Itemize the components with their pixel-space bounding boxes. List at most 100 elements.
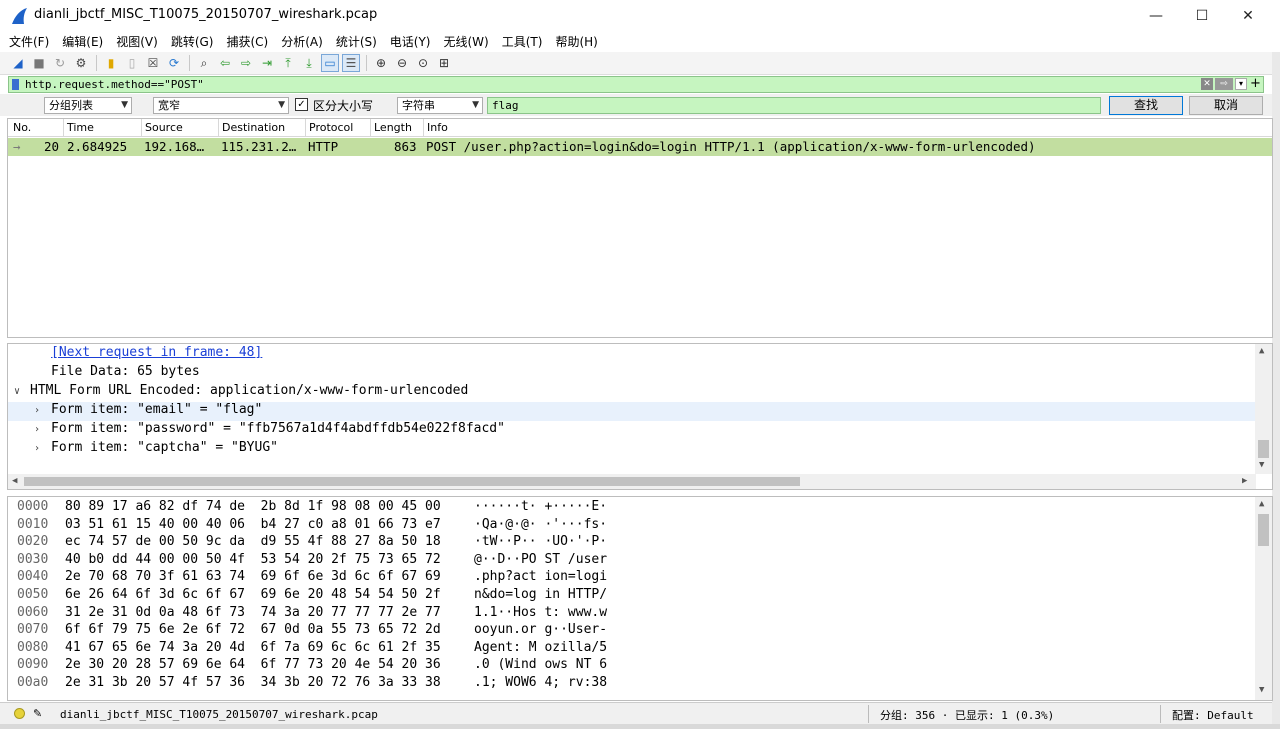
form-urlencoded-tree-item[interactable]: ∨ HTML Form URL Encoded: application/x-w… — [8, 383, 1256, 402]
menu-tools[interactable]: 工具(T) — [502, 33, 543, 50]
bytes-ascii[interactable]: .1; WOW6 4; rv:38 — [474, 675, 607, 690]
scroll-right-icon[interactable]: ▶ — [1242, 476, 1247, 486]
menu-telephony[interactable]: 电话(Y) — [390, 33, 431, 50]
menu-help[interactable]: 帮助(H) — [555, 33, 597, 50]
column-length[interactable]: Length — [371, 121, 412, 134]
search-in-select[interactable]: 分组列表 ▼ — [44, 97, 132, 114]
scroll-thumb[interactable] — [24, 477, 800, 486]
reload-icon[interactable]: ⟳ — [165, 54, 183, 72]
chevron-down-icon[interactable]: ∨ — [14, 386, 20, 397]
menu-statistics[interactable]: 统计(S) — [336, 33, 377, 50]
stop-capture-icon[interactable]: ■ — [30, 54, 48, 72]
menu-go[interactable]: 跳转(G) — [171, 33, 214, 50]
zoom-in-icon[interactable]: ⊕ — [372, 54, 390, 72]
expert-info-icon[interactable] — [14, 708, 25, 719]
zoom-out-icon[interactable]: ⊖ — [393, 54, 411, 72]
forward-arrow-icon[interactable]: ⇨ — [237, 54, 255, 72]
scroll-down-icon[interactable]: ▼ — [1259, 685, 1264, 695]
details-vertical-scrollbar[interactable]: ▲ ▼ — [1255, 344, 1272, 474]
chevron-right-icon[interactable]: › — [34, 443, 40, 454]
menu-edit[interactable]: 编辑(E) — [62, 33, 103, 50]
search-type-select[interactable]: 字符串 ▼ — [397, 97, 483, 114]
bytes-hex[interactable]: 41 67 65 6e 74 3a 20 4d 6f 7a 69 6c 6c 6… — [65, 640, 441, 655]
bytes-ascii[interactable]: .php?act ion=logi — [474, 569, 607, 584]
column-info[interactable]: Info — [424, 121, 448, 134]
bytes-vertical-scrollbar[interactable]: ▲ ▼ — [1255, 497, 1272, 700]
bytes-ascii[interactable]: ······t· +·····E· — [474, 499, 607, 514]
close-file-icon[interactable]: ☒ — [144, 54, 162, 72]
menu-analyze[interactable]: 分析(A) — [281, 33, 323, 50]
form-item-password[interactable]: › Form item: "password" = "ffb7567a1d4f4… — [8, 421, 1256, 440]
find-packet-icon[interactable]: ⌕ — [195, 54, 213, 72]
status-profile[interactable]: 配置: Default — [1172, 707, 1254, 723]
bytes-hex[interactable]: ec 74 57 de 00 50 9c da d9 55 4f 88 27 8… — [65, 534, 441, 549]
apply-filter-icon[interactable]: ⇨ — [1215, 78, 1233, 90]
open-file-icon[interactable]: ▮ — [102, 54, 120, 72]
file-data-line[interactable]: File Data: 65 bytes — [51, 364, 200, 383]
column-destination[interactable]: Destination — [219, 121, 285, 134]
autoscroll-icon[interactable]: ▭ — [321, 54, 339, 72]
scroll-thumb[interactable] — [1258, 514, 1269, 546]
find-input[interactable]: flag — [487, 97, 1101, 114]
menu-file[interactable]: 文件(F) — [9, 33, 49, 50]
packet-row[interactable]: → 20 2.684925 192.168… 115.231.2… HTTP 8… — [8, 138, 1272, 156]
filter-history-dropdown-icon[interactable]: ▾ — [1235, 78, 1247, 90]
bytes-hex[interactable]: 2e 30 20 28 57 69 6e 64 6f 77 73 20 4e 5… — [65, 657, 441, 672]
column-time[interactable]: Time — [64, 121, 94, 134]
colorize-icon[interactable]: ☰ — [342, 54, 360, 72]
bytes-ascii[interactable]: ·Qa·@·@· ·'···fs· — [474, 517, 607, 532]
save-file-icon[interactable]: ▯ — [123, 54, 141, 72]
minimize-button[interactable]: — — [1133, 0, 1179, 31]
scroll-left-icon[interactable]: ◀ — [12, 476, 17, 486]
scroll-down-icon[interactable]: ▼ — [1259, 460, 1264, 470]
form-item-email[interactable]: › Form item: "email" = "flag" — [8, 402, 1256, 421]
scroll-up-icon[interactable]: ▲ — [1259, 346, 1264, 356]
bytes-hex[interactable]: 80 89 17 a6 82 df 74 de 2b 8d 1f 98 08 0… — [65, 499, 441, 514]
capture-options-icon[interactable]: ⚙ — [72, 54, 90, 72]
next-request-link[interactable]: [Next request in frame: 48] — [51, 345, 262, 364]
scroll-up-icon[interactable]: ▲ — [1259, 499, 1264, 509]
display-filter-bar[interactable]: http.request.method=="POST" ✕ ⇨ ▾ — [8, 76, 1264, 93]
display-filter-input[interactable]: http.request.method=="POST" — [25, 78, 204, 91]
bytes-hex[interactable]: 31 2e 31 0d 0a 48 6f 73 74 3a 20 77 77 7… — [65, 605, 441, 620]
bytes-hex[interactable]: 40 b0 dd 44 00 00 50 4f 53 54 20 2f 75 7… — [65, 552, 441, 567]
add-filter-button[interactable]: + — [1250, 76, 1261, 91]
maximize-button[interactable]: ☐ — [1179, 0, 1225, 31]
bytes-hex[interactable]: 2e 70 68 70 3f 61 63 74 69 6f 6e 3d 6c 6… — [65, 569, 441, 584]
bytes-ascii[interactable]: 1.1··Hos t: www.w — [474, 605, 607, 620]
clear-filter-icon[interactable]: ✕ — [1201, 78, 1213, 90]
bytes-hex[interactable]: 03 51 61 15 40 00 40 06 b4 27 c0 a8 01 6… — [65, 517, 441, 532]
form-item-captcha[interactable]: › Form item: "captcha" = "BYUG" — [8, 440, 1256, 459]
menu-view[interactable]: 视图(V) — [116, 33, 158, 50]
char-width-select[interactable]: 宽窄 ▼ — [153, 97, 289, 114]
column-protocol[interactable]: Protocol — [306, 121, 353, 134]
scroll-thumb[interactable] — [1258, 440, 1269, 458]
find-button[interactable]: 查找 — [1109, 96, 1183, 115]
menu-capture[interactable]: 捕获(C) — [226, 33, 268, 50]
case-sensitive-checkbox[interactable]: ✓ — [295, 98, 308, 111]
column-no[interactable]: No. — [10, 121, 31, 134]
bytes-ascii[interactable]: n&do=log in HTTP/ — [474, 587, 607, 602]
bytes-hex[interactable]: 2e 31 3b 20 57 4f 57 36 34 3b 20 72 76 3… — [65, 675, 441, 690]
resize-columns-icon[interactable]: ⊞ — [435, 54, 453, 72]
start-capture-icon[interactable]: ◢ — [9, 54, 27, 72]
edit-comment-icon[interactable]: ✎ — [33, 707, 42, 720]
cancel-button[interactable]: 取消 — [1189, 96, 1263, 115]
bytes-ascii[interactable]: Agent: M ozilla/5 — [474, 640, 607, 655]
back-arrow-icon[interactable]: ⇦ — [216, 54, 234, 72]
bytes-ascii[interactable]: @··D··PO ST /user — [474, 552, 607, 567]
filter-bookmark-icon[interactable] — [12, 79, 19, 90]
bytes-ascii[interactable]: ·tW··P·· ·UO·'·P· — [474, 534, 607, 549]
chevron-right-icon[interactable]: › — [34, 424, 40, 435]
details-horizontal-scrollbar[interactable]: ◀ ▶ — [8, 474, 1256, 489]
bytes-ascii[interactable]: .0 (Wind ows NT 6 — [474, 657, 607, 672]
menu-wireless[interactable]: 无线(W) — [444, 33, 489, 50]
normal-size-icon[interactable]: ⊙ — [414, 54, 432, 72]
last-packet-icon[interactable]: ⤓ — [300, 54, 318, 72]
restart-capture-icon[interactable]: ↻ — [51, 54, 69, 72]
go-to-packet-icon[interactable]: ⇥ — [258, 54, 276, 72]
bytes-ascii[interactable]: ooyun.or g··User- — [474, 622, 607, 637]
column-source[interactable]: Source — [142, 121, 183, 134]
chevron-right-icon[interactable]: › — [34, 405, 40, 416]
bytes-hex[interactable]: 6f 6f 79 75 6e 2e 6f 72 67 0d 0a 55 73 6… — [65, 622, 441, 637]
